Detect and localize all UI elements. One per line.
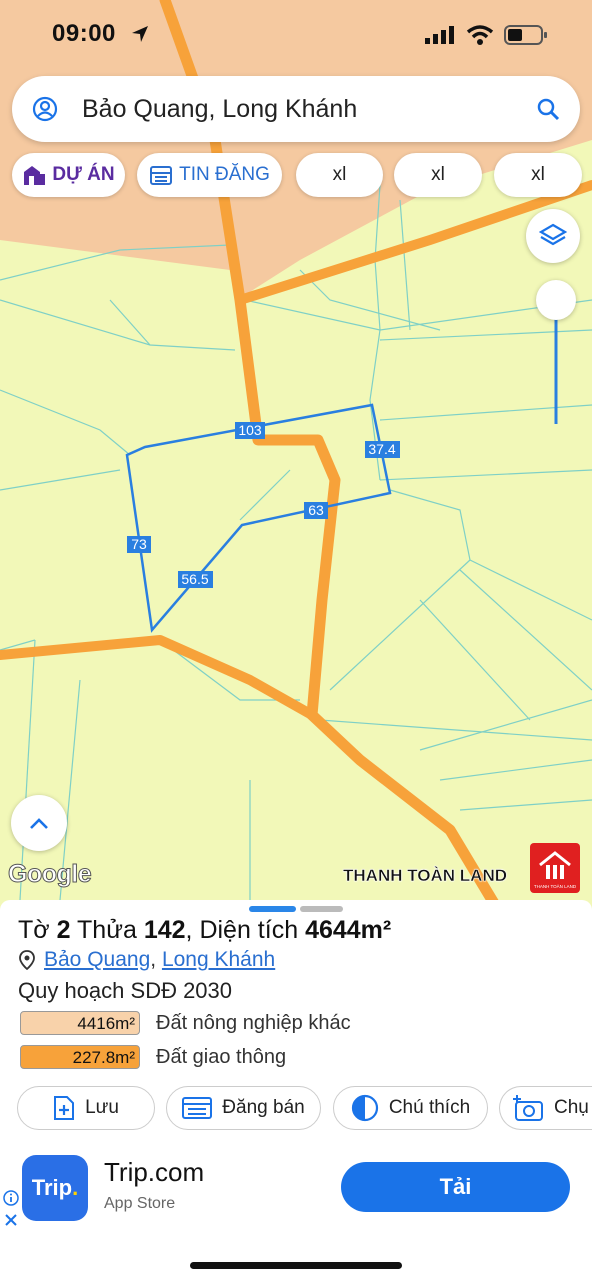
landuse-area: 227.8m² bbox=[20, 1045, 140, 1069]
chip-label: DỰ ÁN bbox=[52, 164, 115, 185]
chip-xl-3[interactable]: xl bbox=[494, 153, 582, 197]
building-icon bbox=[24, 166, 46, 185]
listing-icon bbox=[150, 166, 173, 185]
dimension-label: 37.4 bbox=[365, 441, 400, 458]
chip-label: xl bbox=[431, 164, 445, 185]
house-logo-icon: THANH TOÀN LAND bbox=[534, 851, 577, 889]
parcel-title: Tờ 2 Thửa 142, Diện tích 4644m² bbox=[18, 916, 392, 944]
sheet-handle[interactable] bbox=[300, 906, 343, 912]
signal-icon bbox=[425, 26, 454, 44]
wifi-icon bbox=[466, 25, 494, 45]
chevron-up-icon bbox=[30, 818, 48, 829]
account-icon[interactable] bbox=[32, 96, 58, 122]
chip-label: xl bbox=[531, 164, 545, 185]
search-bar[interactable]: Bảo Quang, Long Khánh bbox=[12, 76, 580, 142]
city-link[interactable]: Long Khánh bbox=[162, 948, 275, 972]
app-logo: Trip. bbox=[22, 1155, 88, 1221]
add-camera-icon bbox=[513, 1095, 543, 1121]
landuse-area: 4416m² bbox=[20, 1011, 140, 1035]
location-arrow-icon bbox=[132, 26, 148, 42]
zoom-slider-knob[interactable] bbox=[536, 280, 576, 320]
dimension-label: 73 bbox=[127, 536, 151, 553]
chip-tin-dang[interactable]: TIN ĐĂNG bbox=[137, 153, 282, 197]
svg-text:73: 73 bbox=[131, 536, 147, 552]
brand-watermark: THANH TOÀN LAND bbox=[343, 866, 508, 885]
google-attribution: Google bbox=[7, 860, 92, 889]
plan-title: Quy hoạch SDĐ 2030 bbox=[18, 978, 233, 1003]
info-icon[interactable] bbox=[3, 1190, 19, 1206]
brand-logo: THANH TOÀN LAND bbox=[530, 843, 580, 893]
landuse-row: 227.8m² Đất giao thông bbox=[20, 1044, 286, 1070]
status-time: 09:00 bbox=[52, 20, 116, 47]
parcel-location: Bảo Quang, Long Khánh bbox=[18, 948, 275, 972]
post-sale-button[interactable]: Đăng bán bbox=[166, 1086, 321, 1130]
ad-subtitle: App Store bbox=[104, 1195, 176, 1212]
ad-banner[interactable]: Trip. Trip.com App Store Tải bbox=[0, 1145, 592, 1235]
landuse-label: Đất nông nghiệp khác bbox=[156, 1011, 351, 1034]
ward-link[interactable]: Bảo Quang bbox=[44, 948, 150, 972]
layers-button[interactable] bbox=[526, 209, 580, 263]
svg-text:103: 103 bbox=[238, 422, 262, 438]
contrast-icon bbox=[351, 1094, 378, 1122]
sheet-handle-active[interactable] bbox=[249, 906, 296, 912]
expand-sheet-button[interactable] bbox=[11, 795, 67, 851]
chip-xl-1[interactable]: xl bbox=[296, 153, 383, 197]
svg-text:37.4: 37.4 bbox=[368, 441, 395, 457]
listing-icon bbox=[182, 1097, 213, 1119]
landuse-label: Đất giao thông bbox=[156, 1045, 287, 1068]
ad-title: Trip.com bbox=[104, 1157, 205, 1187]
home-indicator bbox=[0, 1235, 592, 1280]
dimension-label: 56.5 bbox=[178, 571, 213, 588]
svg-text:56.5: 56.5 bbox=[181, 571, 208, 587]
svg-text:63: 63 bbox=[308, 502, 324, 518]
chip-xl-2[interactable]: xl bbox=[394, 153, 482, 197]
chip-label: TIN ĐĂNG bbox=[179, 164, 270, 185]
close-icon[interactable] bbox=[4, 1213, 18, 1227]
save-button[interactable]: Lưu bbox=[17, 1086, 155, 1130]
chip-du-an[interactable]: DỰ ÁN bbox=[12, 153, 125, 197]
status-bar: 09:00 bbox=[0, 0, 592, 70]
dimension-label: 103 bbox=[235, 422, 265, 439]
layers-icon bbox=[539, 223, 567, 246]
search-icon[interactable] bbox=[536, 97, 560, 121]
dimension-label: 63 bbox=[304, 502, 328, 519]
add-file-icon bbox=[54, 1096, 75, 1120]
capture-button[interactable]: Chụ bbox=[499, 1086, 592, 1130]
search-input[interactable]: Bảo Quang, Long Khánh bbox=[82, 95, 357, 124]
battery-icon bbox=[504, 25, 547, 45]
logo-caption: THANH TOÀN LAND bbox=[534, 883, 577, 889]
download-button[interactable]: Tải bbox=[341, 1162, 570, 1212]
chip-label: xl bbox=[332, 164, 347, 185]
legend-button[interactable]: Chú thích bbox=[333, 1086, 488, 1130]
landuse-row: 4416m² Đất nông nghiệp khác bbox=[20, 1010, 351, 1036]
location-pin-icon bbox=[19, 950, 35, 970]
